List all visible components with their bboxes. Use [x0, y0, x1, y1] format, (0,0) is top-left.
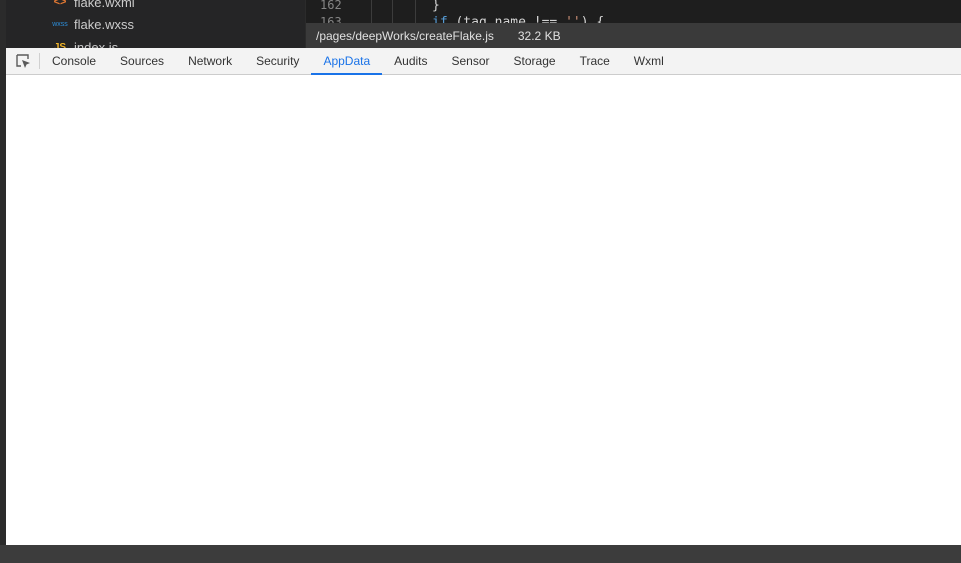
tree-item-label: flake.wxml	[74, 0, 135, 10]
tab-sources[interactable]: Sources	[108, 48, 176, 74]
file-tree: <> flake.wxml wxss flake.wxss JS index.j…	[6, 0, 305, 48]
code-token: }	[432, 0, 440, 13]
tab-network[interactable]: Network	[176, 48, 244, 74]
tab-sensor[interactable]: Sensor	[440, 48, 502, 74]
code-line: }	[432, 0, 440, 13]
bottom-status-bar	[0, 545, 961, 563]
appdata-panel-content	[6, 75, 961, 545]
tab-console[interactable]: Console	[40, 48, 108, 74]
tab-appdata[interactable]: AppData	[311, 48, 382, 75]
inspect-element-button[interactable]	[6, 53, 40, 69]
file-info-bar: /pages/deepWorks/createFlake.js 32.2 KB	[306, 23, 961, 48]
tree-item-flake-wxss[interactable]: wxss flake.wxss	[50, 14, 134, 34]
tree-item-index-js[interactable]: JS index.js	[50, 37, 119, 49]
tree-item-flake-wxml[interactable]: <> flake.wxml	[50, 0, 135, 12]
file-path: /pages/deepWorks/createFlake.js	[316, 28, 494, 43]
devtools-tabbar: Console Sources Network Security AppData…	[6, 48, 961, 75]
line-number: 162	[320, 0, 342, 12]
tab-trace[interactable]: Trace	[568, 48, 622, 74]
tab-audits[interactable]: Audits	[382, 48, 439, 74]
tab-security[interactable]: Security	[244, 48, 311, 74]
tab-wxml[interactable]: Wxml	[622, 48, 676, 74]
file-size: 32.2 KB	[517, 28, 561, 43]
inspect-element-icon	[15, 54, 30, 68]
editor-area: <> flake.wxml wxss flake.wxss JS index.j…	[0, 0, 961, 48]
devtools-panel: Console Sources Network Security AppData…	[6, 48, 961, 545]
tab-storage[interactable]: Storage	[502, 48, 568, 74]
tree-item-label: index.js	[74, 39, 119, 49]
wxml-file-icon: <>	[53, 0, 67, 8]
wxss-file-icon: wxss	[52, 20, 68, 28]
tree-item-label: flake.wxss	[74, 16, 134, 32]
